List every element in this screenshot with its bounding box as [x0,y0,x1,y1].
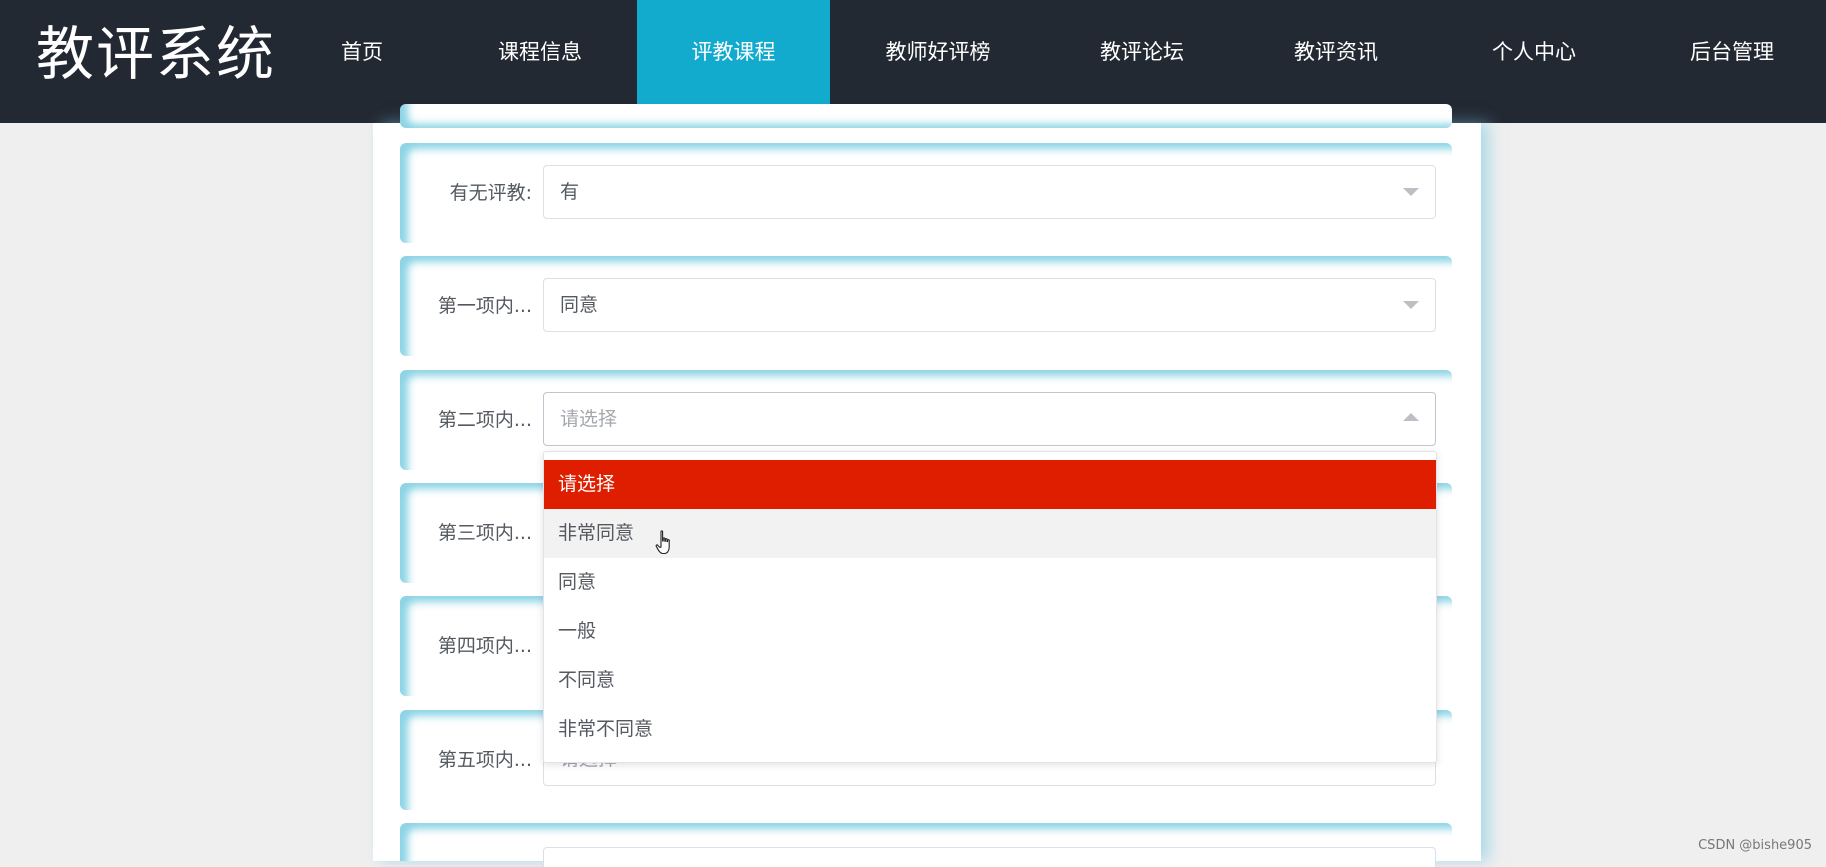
field-label: 第一项内... [412,256,532,356]
chevron-down-icon [1403,301,1419,309]
field-label: 第三项内... [412,483,532,583]
field-label: 有无评教: [412,143,532,243]
field-label: 第四项内... [412,596,532,696]
dropdown-option[interactable]: 一般 [544,607,1436,656]
form-row-partial-top [400,104,1452,128]
item-6-select[interactable] [543,847,1436,867]
dropdown-option[interactable]: 非常同意 [544,509,1436,558]
dropdown-option[interactable]: 同意 [544,558,1436,607]
select-placeholder: 请选择 [560,393,617,445]
field-label: 第五项内... [412,710,532,810]
form-row-item-1: 第一项内... 同意 [400,256,1452,356]
dropdown-option[interactable]: 请选择 [544,460,1436,509]
watermark: CSDN @bishe905 [1698,838,1812,853]
chevron-down-icon [1403,188,1419,196]
has-evaluation-select[interactable]: 有 [543,165,1436,219]
form-row-partial-bottom [400,823,1452,861]
dropdown-option[interactable]: 非常不同意 [544,705,1436,754]
form-row-has-evaluation: 有无评教: 有 [400,143,1452,243]
select-value: 有 [560,166,579,218]
item-1-select[interactable]: 同意 [543,278,1436,332]
nav-item-personal-center[interactable]: 个人中心 [1474,0,1594,123]
dropdown-option[interactable]: 不同意 [544,656,1436,705]
select-value: 同意 [560,279,598,331]
hand-cursor-icon [655,530,675,556]
item-2-select[interactable]: 请选择 [543,392,1436,446]
item-2-dropdown: 请选择 非常同意 同意 一般 不同意 非常不同意 [543,451,1437,763]
field-label: 第二项内... [412,370,532,470]
chevron-up-icon [1403,413,1419,421]
nav-item-admin[interactable]: 后台管理 [1672,0,1792,123]
